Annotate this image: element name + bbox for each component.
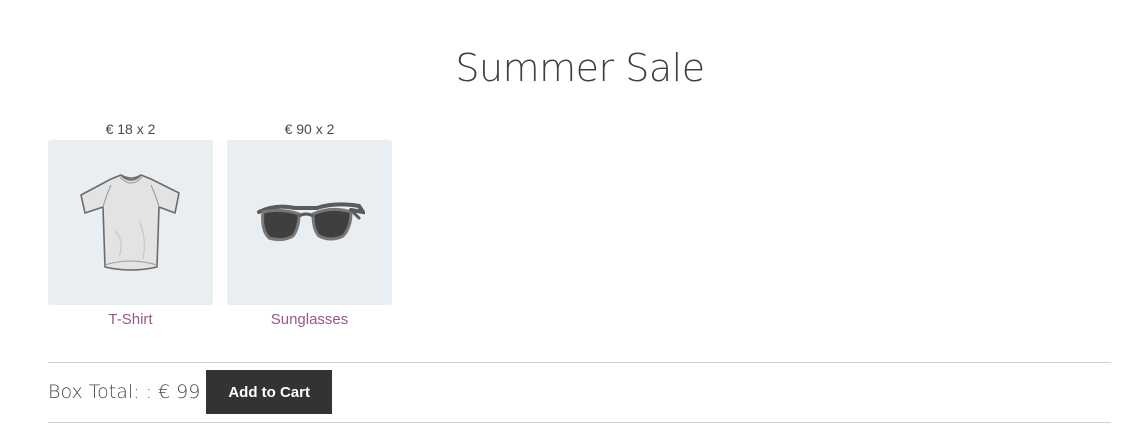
product-price: € 90 x 2 [284,121,335,137]
add-to-cart-button[interactable]: Add to Cart [206,370,332,414]
product-list: € 18 x 2 T-Shirt € 90 x 2 Sunglasses [48,119,392,328]
product-link-sunglasses[interactable]: Sunglasses [271,311,349,328]
product-thumbnail[interactable] [227,140,392,305]
product-link-tshirt[interactable]: T-Shirt [108,311,152,328]
tshirt-icon [79,173,180,271]
product-card-tshirt: € 18 x 2 T-Shirt [48,119,213,328]
product-thumbnail[interactable] [48,140,213,305]
box-total-row: Box Total: : € 99 Add to Cart [48,370,332,414]
divider-bottom [48,422,1111,423]
product-card-sunglasses: € 90 x 2 Sunglasses [227,119,392,328]
sunglasses-icon [256,201,365,241]
box-total: Box Total: : € 99 [48,381,201,403]
product-price: € 18 x 2 [105,121,156,137]
page-title: Summer Sale [455,46,705,90]
divider-top [48,362,1111,363]
